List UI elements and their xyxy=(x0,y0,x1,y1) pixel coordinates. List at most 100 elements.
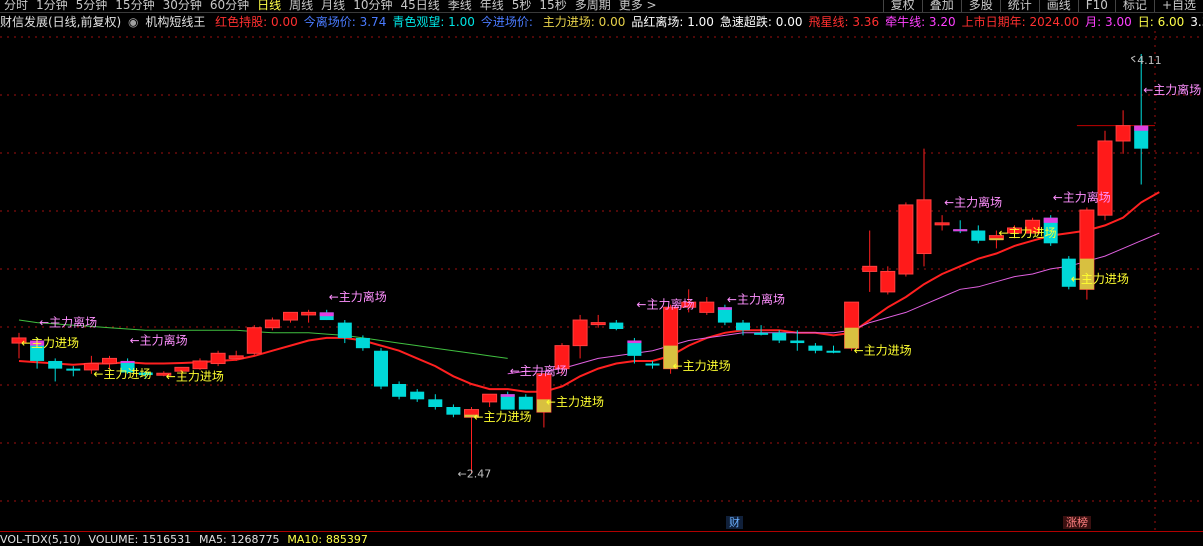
candle-body-segment xyxy=(1134,125,1149,131)
toolbar-button[interactable]: 画线 xyxy=(1038,0,1078,12)
indicator-name[interactable]: 机构短线王 xyxy=(145,15,205,29)
period-tab[interactable]: 分时 xyxy=(0,0,32,12)
period-tab[interactable]: 周线 xyxy=(285,0,317,12)
candle xyxy=(1115,110,1131,154)
period-tab[interactable]: 季线 xyxy=(444,0,476,12)
signal-label: ←主力进场 xyxy=(854,344,912,358)
signal-label: ←主力进场 xyxy=(1071,272,1129,286)
indicator-field: 月: 3.00 xyxy=(1085,15,1132,29)
candle-body-segment xyxy=(717,307,732,310)
limit-up-tag[interactable]: 涨榜 xyxy=(1063,516,1091,529)
period-tab[interactable]: 5分钟 xyxy=(72,0,112,12)
candle xyxy=(609,320,624,331)
candle xyxy=(572,314,588,359)
low-price-label: ←2.47 xyxy=(458,468,492,481)
candle xyxy=(862,230,878,292)
period-tab[interactable]: 45日线 xyxy=(396,0,443,12)
toolbar-button[interactable]: 叠加 xyxy=(921,0,961,12)
candle xyxy=(772,330,787,344)
period-tab[interactable]: 30分钟 xyxy=(159,0,206,12)
candle xyxy=(953,220,968,234)
candle xyxy=(826,345,841,354)
candle-body-segment xyxy=(1043,217,1058,223)
candle-body xyxy=(102,357,117,365)
finance-tag[interactable]: 财 xyxy=(726,516,743,529)
kline-chart[interactable]: ←主力进场 ←主力离场 ←主力进场 ←主力离场 ←主力进场 ←主力离场 ←主力进场 ←主力离场… xyxy=(0,31,1203,531)
candle xyxy=(500,391,515,410)
candle-body xyxy=(66,368,81,371)
indicator-info-bar: 财信发展(日线,前复权) ◉ 机构短线王 红色持股: 0.00 今离场价: 3.7… xyxy=(0,13,1203,31)
candle-body xyxy=(699,301,715,313)
period-tab[interactable]: 月线 xyxy=(317,0,349,12)
candle-body xyxy=(790,340,805,344)
candle xyxy=(898,202,914,277)
candle-body xyxy=(590,322,606,326)
candle xyxy=(880,266,896,295)
period-tab[interactable]: 多周期 xyxy=(571,0,615,12)
toolbar-button[interactable]: +自选 xyxy=(1153,0,1203,12)
candle xyxy=(392,381,407,400)
candle-body xyxy=(228,355,244,359)
candle xyxy=(627,337,642,364)
indicator-field: 3.36 xyxy=(1190,15,1203,29)
toolbar-button[interactable]: 复权 xyxy=(882,0,922,12)
candle-body xyxy=(48,360,63,369)
candle-body xyxy=(645,363,660,366)
signal-label: ←主力进场 xyxy=(546,395,604,409)
candle xyxy=(48,358,63,382)
grid-lines xyxy=(0,31,1203,531)
period-tab[interactable]: 日线 xyxy=(253,0,285,12)
period-tab[interactable]: 15分钟 xyxy=(111,0,158,12)
toolbar-button[interactable]: 统计 xyxy=(999,0,1039,12)
signal-label: ←主力进场 xyxy=(673,359,731,373)
signal-label: ←主力进场 xyxy=(474,410,532,424)
period-tab[interactable]: 5秒 xyxy=(508,0,536,12)
candle xyxy=(246,325,262,356)
toolbar-button[interactable]: F10 xyxy=(1077,0,1115,12)
signal-label: ←主力离场 xyxy=(727,292,785,307)
volume-indicator-name[interactable]: VOL-TDX(5,10) xyxy=(0,533,81,546)
period-tab[interactable]: 15秒 xyxy=(535,0,570,12)
candle xyxy=(916,148,932,267)
signal-label: ←主力进场 xyxy=(93,367,151,381)
period-tab[interactable]: 60分钟 xyxy=(206,0,253,12)
signal-label: ←主力进场 xyxy=(21,336,79,350)
right-toolbar: 复权 叠加 多股 统计 画线 F10 标记 +自选 xyxy=(882,0,1203,12)
period-tab[interactable]: 年线 xyxy=(476,0,508,12)
volume-label: VOLUME: xyxy=(88,533,139,546)
signal-label: ←主力离场 xyxy=(510,363,568,378)
indicator-field: 飛星线: 3.36 xyxy=(808,15,880,29)
indicator-settings-icon[interactable]: ◉ xyxy=(128,15,138,29)
ma5-label: MA5: xyxy=(198,533,227,546)
indicator-field: 上市日期年: 2024.00 xyxy=(961,15,1080,29)
period-tabs: 分时 1分钟 5分钟 15分钟 30分钟 60分钟 日线 周线 月线 10分钟 45日线 季线 年线 5秒… xyxy=(0,0,661,12)
candle xyxy=(264,317,280,331)
period-tab[interactable]: 1分钟 xyxy=(32,0,72,12)
toolbar-button[interactable]: 多股 xyxy=(960,0,1000,12)
indicator-field: 主力进场: 0.00 xyxy=(542,15,626,29)
indicator-field: 青色观望: 1.00 xyxy=(392,15,475,29)
candle-body xyxy=(337,322,352,338)
period-tab[interactable]: 10分钟 xyxy=(349,0,396,12)
candle-body xyxy=(410,391,425,400)
signal-label: ←主力进场 xyxy=(166,369,224,383)
candle xyxy=(446,404,461,418)
indicator-field: 品红离场: 1.00 xyxy=(631,15,714,29)
candle-body xyxy=(246,327,262,354)
candle xyxy=(699,297,715,315)
toolbar-button[interactable]: 标记 xyxy=(1114,0,1154,12)
extreme-arrow xyxy=(1130,55,1136,63)
candle-body-segment xyxy=(120,360,135,363)
volume-info-bar: VOL-TDX(5,10) VOLUME: 1516531 MA5: 12687… xyxy=(0,531,1203,546)
stock-title[interactable]: 财信发展(日线,前复权) xyxy=(0,15,121,29)
signal-label: ←主力离场 xyxy=(1053,189,1111,204)
signal-annotations: ←主力进场 ←主力离场 ←主力进场 ←主力离场 ←主力进场 ←主力离场 ←主力进场 ←主力离场… xyxy=(21,82,1201,424)
candle-body-segment xyxy=(500,394,515,397)
signal-label: ←主力离场 xyxy=(944,194,1002,209)
indicator-field: 日: 6.00 xyxy=(1137,15,1185,29)
period-tab[interactable]: 更多 > xyxy=(615,0,661,12)
candle-body-segment xyxy=(319,312,334,317)
candle-body xyxy=(355,337,370,349)
candle-body xyxy=(264,319,280,329)
signal-label: ←主力离场 xyxy=(636,297,694,312)
